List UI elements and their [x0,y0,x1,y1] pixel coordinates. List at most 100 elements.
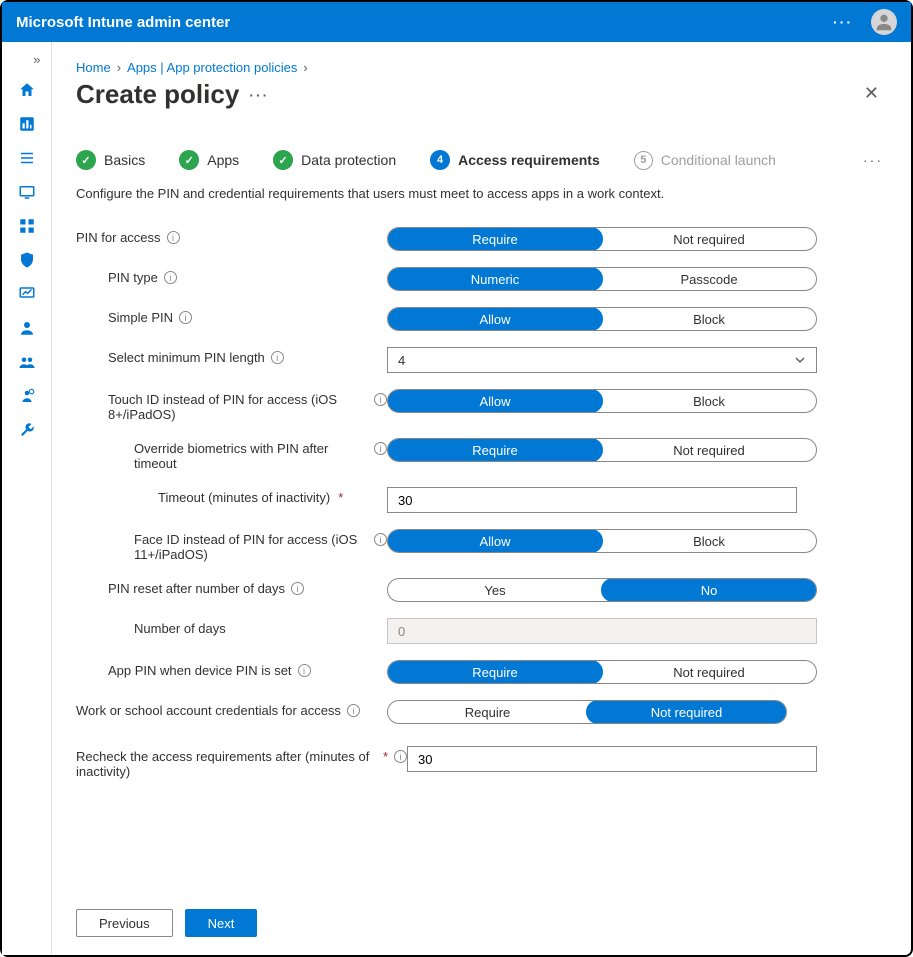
section-description: Configure the PIN and credential require… [76,186,883,201]
toggle-simple-pin[interactable]: Allow Block [387,307,817,331]
breadcrumb-apps[interactable]: Apps | App protection policies [127,60,297,75]
sidebar-item-troubleshoot[interactable] [7,416,47,444]
dashboard-icon [18,115,36,133]
select-value: 4 [398,353,405,368]
toggle-option-block[interactable]: Block [602,530,816,552]
field-label: Work or school account credentials for a… [76,703,341,718]
toggle-option-not-required[interactable]: Not required [602,228,816,250]
previous-button[interactable]: Previous [76,909,173,937]
info-icon[interactable]: i [291,582,304,595]
page-title: Create policy ··· [76,79,269,110]
toggle-option-require[interactable]: Require [387,660,603,684]
toggle-touch-id[interactable]: Allow Block [387,389,817,413]
toggle-app-pin-when-device[interactable]: Require Not required [387,660,817,684]
sidebar-item-groups[interactable] [7,348,47,376]
toggle-option-not-required[interactable]: Not required [602,439,816,461]
toggle-option-allow[interactable]: Allow [387,529,603,553]
toggle-option-not-required[interactable]: Not required [602,661,816,683]
topbar-more-icon[interactable]: ··· [833,14,853,30]
sidebar-item-home[interactable] [7,76,47,104]
field-label: Override biometrics with PIN after timeo… [134,441,368,471]
row-min-pin-length: Select minimum PIN lengthi 4 [76,347,883,373]
info-icon[interactable]: i [374,442,387,455]
row-number-of-days: Number of days [76,618,883,644]
info-icon[interactable]: i [374,533,387,546]
required-star: * [338,490,343,505]
toggle-option-require[interactable]: Require [387,438,603,462]
avatar[interactable] [871,9,897,35]
info-icon[interactable]: i [347,704,360,717]
step-conditional-launch[interactable]: 5 Conditional launch [634,151,776,170]
field-label: Timeout (minutes of inactivity) [158,490,330,505]
shield-icon [18,251,36,269]
chevron-down-icon [794,354,806,366]
input-timeout[interactable] [387,487,797,513]
field-label: Recheck the access requirements after (m… [76,749,375,779]
toggle-pin-for-access[interactable]: Require Not required [387,227,817,251]
sidebar-item-users[interactable] [7,314,47,342]
breadcrumb-home[interactable]: Home [76,60,111,75]
field-label: Face ID instead of PIN for access (iOS 1… [134,532,368,562]
sidebar-collapse-icon[interactable]: » [7,48,47,70]
toggle-option-allow[interactable]: Allow [387,389,603,413]
row-face-id: Face ID instead of PIN for access (iOS 1… [76,529,883,562]
user-icon [18,319,36,337]
input-number-of-days [387,618,817,644]
required-star: * [383,749,388,764]
row-pin-reset-days: PIN reset after number of daysi Yes No [76,578,883,602]
toggle-work-credentials[interactable]: Require Not required [387,700,787,724]
step-data-protection[interactable]: ✓ Data protection [273,150,396,170]
toggle-option-allow[interactable]: Allow [387,307,603,331]
next-button[interactable]: Next [185,909,258,937]
info-icon[interactable]: i [394,750,407,763]
close-icon[interactable]: ✕ [860,79,883,108]
info-icon[interactable]: i [374,393,387,406]
sidebar-item-security[interactable] [7,246,47,274]
sidebar-item-tenant[interactable] [7,382,47,410]
stepper-more-icon[interactable]: ··· [863,152,883,168]
row-override-biometrics: Override biometrics with PIN after timeo… [76,438,883,471]
info-icon[interactable]: i [167,231,180,244]
person-icon [873,11,895,33]
input-recheck[interactable] [407,746,817,772]
home-icon [18,81,36,99]
device-icon [18,183,36,201]
toggle-override-biometrics[interactable]: Require Not required [387,438,817,462]
step-basics[interactable]: ✓ Basics [76,150,145,170]
app-title: Microsoft Intune admin center [16,14,833,31]
step-access-requirements[interactable]: 4 Access requirements [430,150,600,170]
toggle-option-block[interactable]: Block [602,390,816,412]
toggle-option-passcode[interactable]: Passcode [602,268,816,290]
toggle-option-no[interactable]: No [601,578,817,602]
toggle-option-require[interactable]: Require [387,227,603,251]
sidebar-item-dashboard[interactable] [7,110,47,138]
sidebar-item-devices[interactable] [7,178,47,206]
step-number: 5 [634,151,653,170]
toggle-option-require[interactable]: Require [388,701,587,723]
toggle-option-yes[interactable]: Yes [388,579,602,601]
toggle-pin-reset-days[interactable]: Yes No [387,578,817,602]
step-apps[interactable]: ✓ Apps [179,150,239,170]
toggle-face-id[interactable]: Allow Block [387,529,817,553]
toggle-pin-type[interactable]: Numeric Passcode [387,267,817,291]
row-pin-type: PIN typei Numeric Passcode [76,267,883,291]
sidebar: » [2,42,52,955]
main-content: Home › Apps | App protection policies › … [52,42,911,955]
info-icon[interactable]: i [179,311,192,324]
toggle-option-numeric[interactable]: Numeric [387,267,603,291]
field-label: Number of days [134,621,226,636]
info-icon[interactable]: i [298,664,311,677]
reports-icon [18,285,36,303]
tools-icon [18,421,36,439]
info-icon[interactable]: i [164,271,177,284]
row-simple-pin: Simple PINi Allow Block [76,307,883,331]
sidebar-item-reports[interactable] [7,280,47,308]
sidebar-item-all-services[interactable] [7,144,47,172]
step-label: Basics [104,152,145,168]
page-more-icon[interactable]: ··· [249,87,269,103]
toggle-option-block[interactable]: Block [602,308,816,330]
toggle-option-not-required[interactable]: Not required [586,700,787,724]
select-min-pin-length[interactable]: 4 [387,347,817,373]
info-icon[interactable]: i [271,351,284,364]
sidebar-item-apps[interactable] [7,212,47,240]
